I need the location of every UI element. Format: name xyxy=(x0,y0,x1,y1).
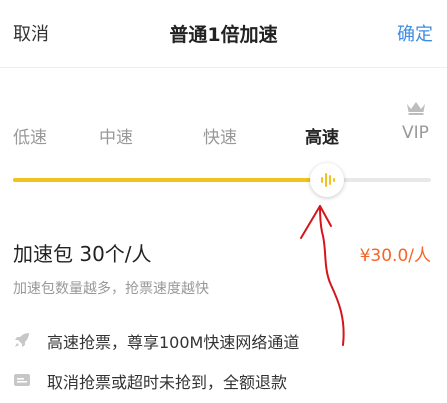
speed-slider[interactable] xyxy=(13,163,431,197)
feature-text: 高速抢票，尊享100M快速网络通道 xyxy=(47,333,300,352)
speed-level-selector: 低速 中速 快速 高速 VIP xyxy=(0,0,447,150)
sound-wave-icon xyxy=(320,173,335,187)
crown-icon xyxy=(407,102,425,115)
feature-item: 取消抢票或超时未抢到，全额退款 xyxy=(13,368,433,392)
package-description: 加速包数量越多，抢票速度越快 xyxy=(13,281,209,297)
level-option-fast[interactable]: 快速 xyxy=(203,123,237,148)
level-option-vip[interactable]: VIP xyxy=(402,123,429,143)
package-label: 加速包 30个/人 xyxy=(13,242,152,266)
refund-icon xyxy=(14,374,30,386)
package-price: ¥30.0/人 xyxy=(359,246,431,266)
feature-text: 取消抢票或超时未抢到，全额退款 xyxy=(47,373,288,392)
level-option-low[interactable]: 低速 xyxy=(13,123,47,148)
rocket-icon xyxy=(15,333,29,347)
slider-thumb[interactable] xyxy=(309,163,344,197)
level-option-medium[interactable]: 中速 xyxy=(99,123,133,148)
feature-item: 高速抢票，尊享100M快速网络通道 xyxy=(13,328,433,352)
level-option-high[interactable]: 高速 xyxy=(305,123,339,148)
slider-fill xyxy=(13,178,327,182)
